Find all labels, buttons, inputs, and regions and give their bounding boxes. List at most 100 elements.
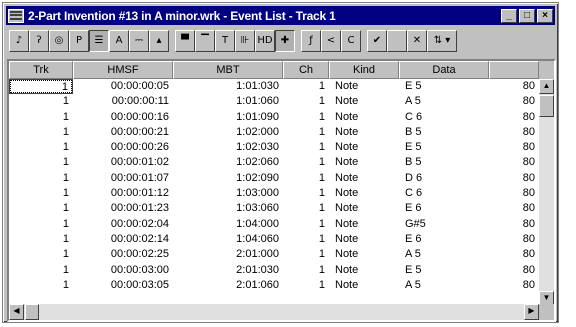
close-button[interactable]: ×: [537, 8, 553, 23]
cell-ch[interactable]: 1: [283, 201, 329, 216]
cell-trk[interactable]: 1: [9, 247, 73, 262]
wave-filter-icon[interactable]: HD: [255, 30, 275, 52]
check-icon[interactable]: ✔: [367, 30, 387, 52]
horizontal-scroll-thumb[interactable]: [25, 304, 39, 320]
rest-filter-icon[interactable]: ʔ: [29, 30, 49, 52]
cell-hmsf[interactable]: 00:00:02:25: [73, 247, 173, 262]
cell-trk[interactable]: 1: [9, 201, 73, 216]
cell-data[interactable]: A 5: [399, 247, 489, 262]
channel-aftertouch-filter-icon[interactable]: A: [109, 30, 129, 52]
column-header-mbt[interactable]: MBT: [173, 61, 283, 79]
table-row[interactable]: 1 00:00:02:04 1:04:000 1 Note G#5 80: [9, 217, 539, 232]
cell-trk[interactable]: 1: [9, 186, 73, 201]
cell-mbt[interactable]: 1:03:000: [173, 186, 283, 201]
insert-event-dropdown[interactable]: ⇅ ▾: [427, 30, 457, 52]
cell-mbt[interactable]: 1:04:060: [173, 232, 283, 247]
key-aftertouch-filter-icon[interactable]: ◎: [49, 30, 69, 52]
cell-velocity[interactable]: 80: [489, 110, 539, 125]
dynamics-filter-icon[interactable]: ƒ: [301, 30, 321, 52]
cell-velocity[interactable]: 80: [489, 201, 539, 216]
cell-data[interactable]: E 5: [399, 263, 489, 278]
expression-filter-icon[interactable]: ✚: [275, 30, 295, 52]
wheel-filter-icon[interactable]: ⎓: [129, 30, 149, 52]
cell-velocity[interactable]: 80: [489, 171, 539, 186]
cell-kind[interactable]: Note: [329, 186, 399, 201]
cell-hmsf[interactable]: 00:00:03:05: [73, 278, 173, 293]
table-row[interactable]: 1 00:00:01:12 1:03:000 1 Note C 6 80: [9, 186, 539, 201]
cell-mbt[interactable]: 1:01:090: [173, 110, 283, 125]
table-row[interactable]: 1 00:00:03:05 2:01:060 1 Note A 5 80: [9, 278, 539, 293]
rpn-filter-icon[interactable]: ▴: [149, 30, 169, 52]
cell-mbt[interactable]: 2:01:000: [173, 247, 283, 262]
cell-data[interactable]: C 6: [399, 110, 489, 125]
column-header-data[interactable]: Data: [399, 61, 489, 79]
cell-data[interactable]: D 6: [399, 171, 489, 186]
cell-hmsf[interactable]: 00:00:01:12: [73, 186, 173, 201]
cell-hmsf[interactable]: 00:00:00:16: [73, 110, 173, 125]
cell-kind[interactable]: Note: [329, 171, 399, 186]
table-row[interactable]: 1 00:00:01:07 1:02:090 1 Note D 6 80: [9, 171, 539, 186]
cell-trk[interactable]: 1: [9, 110, 73, 125]
cell-mbt[interactable]: 1:03:060: [173, 201, 283, 216]
text-filter-icon[interactable]: ▔: [195, 30, 215, 52]
cell-kind[interactable]: Note: [329, 94, 399, 109]
cell-trk[interactable]: 1: [9, 155, 73, 170]
cell-data[interactable]: E 6: [399, 201, 489, 216]
cell-ch[interactable]: 1: [283, 140, 329, 155]
column-header-hmsf[interactable]: HMSF: [73, 61, 173, 79]
cell-data[interactable]: B 5: [399, 155, 489, 170]
cell-velocity[interactable]: 80: [489, 278, 539, 293]
lyric-filter-icon[interactable]: T: [215, 30, 235, 52]
cell-velocity[interactable]: 80: [489, 155, 539, 170]
table-row[interactable]: 1 00:00:00:16 1:01:090 1 Note C 6 80: [9, 110, 539, 125]
cell-kind[interactable]: Note: [329, 125, 399, 140]
cell-kind[interactable]: Note: [329, 155, 399, 170]
cell-kind[interactable]: Note: [329, 232, 399, 247]
cell-hmsf[interactable]: 00:00:02:14: [73, 232, 173, 247]
cell-velocity[interactable]: 80: [489, 263, 539, 278]
table-row[interactable]: 1 00:00:03:00 2:01:030 1 Note E 5 80: [9, 263, 539, 278]
cell-data[interactable]: A 5: [399, 278, 489, 293]
cell-data[interactable]: G#5: [399, 217, 489, 232]
cell-trk[interactable]: 1: [9, 140, 73, 155]
column-header-kind[interactable]: Kind: [329, 61, 399, 79]
scroll-up-icon[interactable]: ▲: [539, 79, 554, 94]
cell-mbt[interactable]: 2:01:060: [173, 278, 283, 293]
cell-hmsf[interactable]: 00:00:01:23: [73, 201, 173, 216]
size-grip[interactable]: [539, 304, 554, 320]
cell-ch[interactable]: 1: [283, 263, 329, 278]
cell-mbt[interactable]: 1:02:060: [173, 155, 283, 170]
cell-mbt[interactable]: 2:01:030: [173, 263, 283, 278]
cell-trk[interactable]: 1: [9, 263, 73, 278]
maximize-button[interactable]: □: [519, 8, 535, 23]
cell-ch[interactable]: 1: [283, 110, 329, 125]
cell-trk[interactable]: 1: [9, 79, 73, 95]
cell-trk[interactable]: 1: [9, 94, 73, 109]
cell-hmsf[interactable]: 00:00:02:04: [73, 217, 173, 232]
cell-ch[interactable]: 1: [283, 217, 329, 232]
cell-ch[interactable]: 1: [283, 94, 329, 109]
cell-ch[interactable]: 1: [283, 79, 329, 94]
blank-button[interactable]: [387, 30, 407, 52]
delete-event-icon[interactable]: ✕: [407, 30, 427, 52]
table-row[interactable]: 1 00:00:02:14 1:04:060 1 Note E 6 80: [9, 232, 539, 247]
cell-data[interactable]: C 6: [399, 186, 489, 201]
cell-trk[interactable]: 1: [9, 217, 73, 232]
note-filter-icon[interactable]: ♪: [9, 30, 29, 52]
scroll-right-icon[interactable]: ▶: [524, 304, 539, 320]
cell-ch[interactable]: 1: [283, 186, 329, 201]
cell-mbt[interactable]: 1:02:000: [173, 125, 283, 140]
patch-filter-icon[interactable]: P: [69, 30, 89, 52]
cell-kind[interactable]: Note: [329, 247, 399, 262]
cell-trk[interactable]: 1: [9, 278, 73, 293]
cell-velocity[interactable]: 80: [489, 94, 539, 109]
horizontal-scrollbar[interactable]: ◀ ▶: [9, 304, 539, 320]
column-header-trk[interactable]: Trk: [9, 61, 73, 79]
cell-kind[interactable]: Note: [329, 140, 399, 155]
table-row[interactable]: 1 00:00:00:11 1:01:060 1 Note A 5 80: [9, 94, 539, 109]
cell-velocity[interactable]: 80: [489, 186, 539, 201]
table-row[interactable]: 1 00:00:00:26 1:02:030 1 Note E 5 80: [9, 140, 539, 155]
cell-ch[interactable]: 1: [283, 232, 329, 247]
cell-hmsf[interactable]: 00:00:00:05: [73, 79, 173, 94]
cell-velocity[interactable]: 80: [489, 125, 539, 140]
